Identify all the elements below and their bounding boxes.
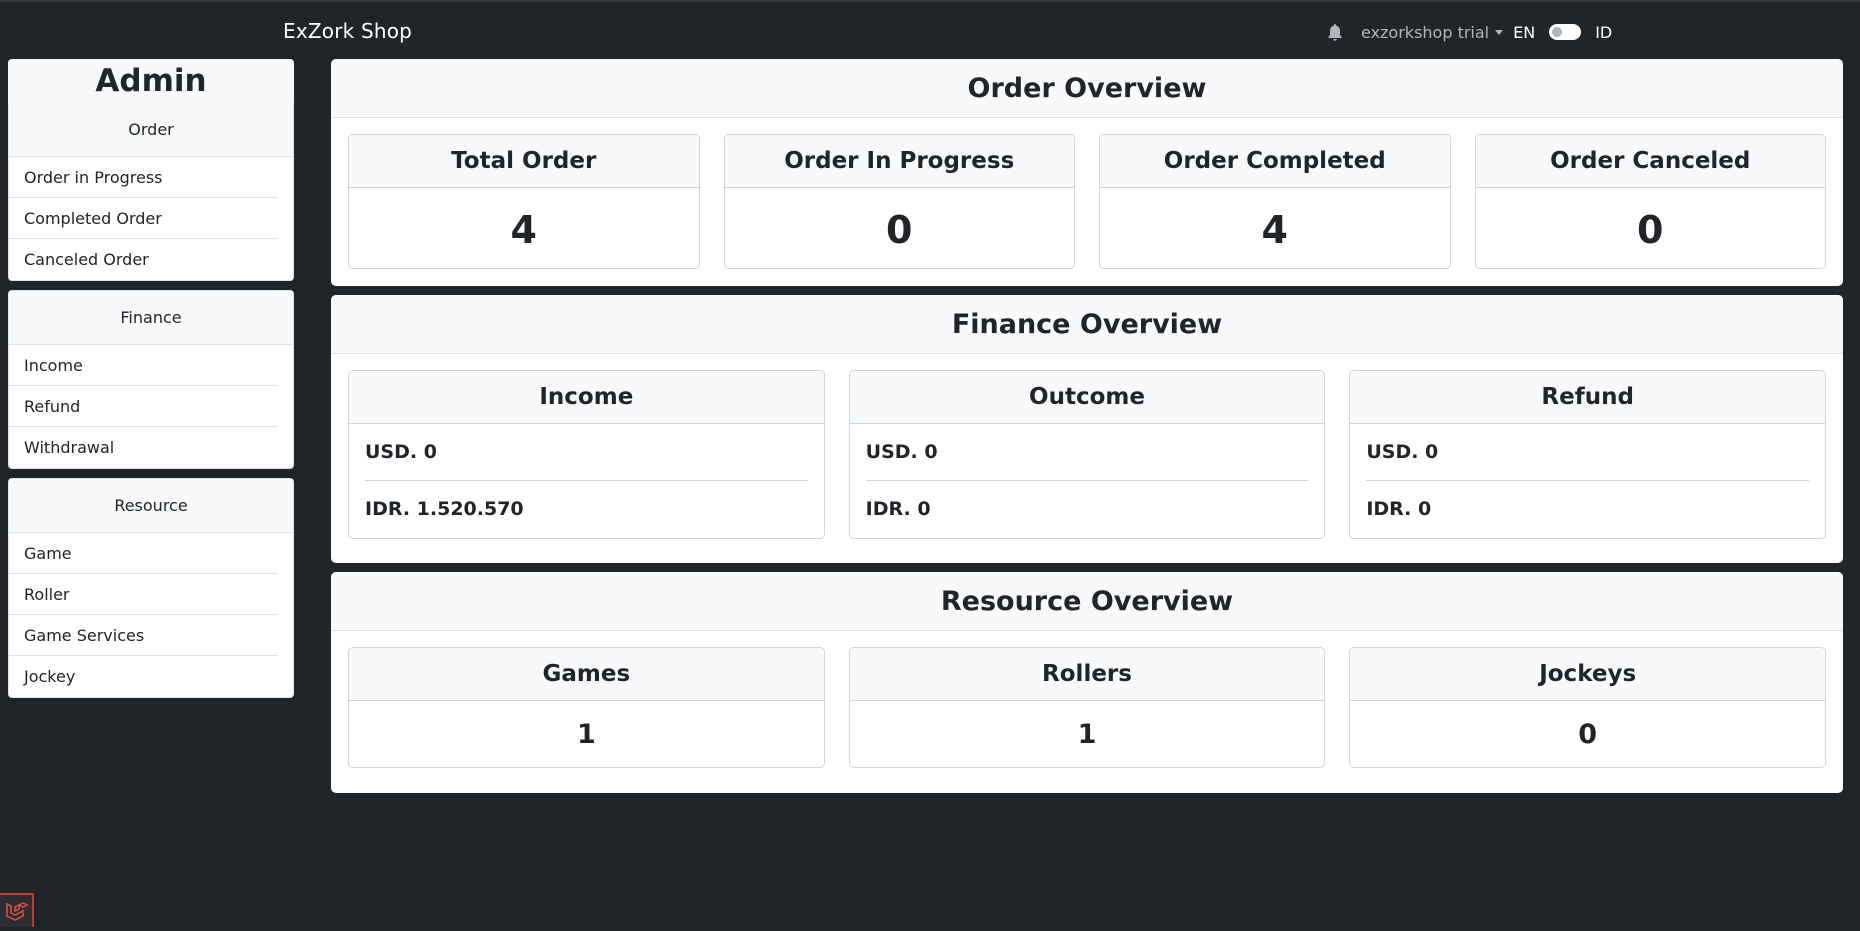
card-total-order: Total Order 4 bbox=[348, 134, 700, 269]
card-value: 1 bbox=[576, 719, 596, 750]
sidebar-heading-finance: Finance bbox=[9, 291, 293, 345]
sidebar-item-withdrawal[interactable]: Withdrawal bbox=[9, 427, 278, 468]
order-cards: Total Order 4 Order In Progress 0 Order … bbox=[348, 134, 1826, 269]
finance-cards: Income USD. 0 IDR. 1.520.570 Outcome USD… bbox=[348, 370, 1827, 539]
card-body: USD. 0 IDR. 0 bbox=[1350, 424, 1825, 538]
card-jockeys: Jockeys 0 bbox=[1349, 647, 1827, 768]
card-label: Refund bbox=[1350, 371, 1826, 424]
idr-value: IDR. 1.520.570 bbox=[365, 498, 524, 520]
toggle-knob bbox=[1552, 27, 1563, 37]
order-overview-title: Order Overview bbox=[331, 59, 1843, 118]
card-refund: Refund USD. 0 IDR. 0 bbox=[1349, 370, 1827, 539]
card-body: USD. 0 IDR. 1.520.570 bbox=[349, 424, 824, 538]
sidebar-item-completed-order[interactable]: Completed Order bbox=[9, 198, 278, 239]
usd-value: USD. 0 bbox=[1366, 424, 1810, 481]
resource-overview-title: Resource Overview bbox=[331, 572, 1843, 631]
sidebar-item-jockey[interactable]: Jockey bbox=[9, 656, 278, 697]
sidebar-item-income[interactable]: Income bbox=[9, 345, 278, 386]
card-label: Rollers bbox=[849, 648, 1325, 701]
card-label: Games bbox=[349, 648, 824, 701]
card-value: 0 bbox=[1637, 208, 1664, 252]
user-dropdown[interactable]: exzorkshop trial bbox=[1361, 22, 1504, 42]
card-value: 4 bbox=[1261, 208, 1288, 252]
sidebar-item-game[interactable]: Game bbox=[9, 533, 278, 574]
card-games: Games 1 bbox=[348, 647, 825, 768]
brand-link[interactable]: ExZork Shop bbox=[283, 19, 412, 43]
card-label: Jockeys bbox=[1350, 648, 1826, 701]
top-navbar: ExZork Shop exzorkshop trial EN ID bbox=[0, 0, 1860, 58]
card-income: Income USD. 0 IDR. 1.520.570 bbox=[348, 370, 825, 539]
card-label: Total Order bbox=[349, 135, 699, 188]
order-overview-panel: Order Overview Total Order 4 Order In Pr… bbox=[331, 59, 1843, 286]
card-rollers: Rollers 1 bbox=[848, 647, 1326, 768]
sidebar-item-roller[interactable]: Roller bbox=[9, 574, 278, 615]
finance-overview-panel: Finance Overview Income USD. 0 IDR. 1.52… bbox=[331, 295, 1843, 563]
lang-id-label: ID bbox=[1595, 22, 1613, 42]
sidebar-group-finance: Finance Income Refund Withdrawal bbox=[8, 290, 294, 469]
lang-en-label: EN bbox=[1513, 22, 1536, 42]
sidebar: Admin Order Order in Progress Completed … bbox=[8, 59, 294, 707]
card-outcome: Outcome USD. 0 IDR. 0 bbox=[848, 370, 1326, 539]
card-label: Order Canceled bbox=[1475, 135, 1825, 188]
resource-overview-panel: Resource Overview Games 1 Rollers 1 Jock… bbox=[331, 572, 1843, 793]
sidebar-item-canceled-order[interactable]: Canceled Order bbox=[9, 239, 278, 280]
card-label: Outcome bbox=[849, 371, 1325, 424]
resource-cards: Games 1 Rollers 1 Jockeys 0 bbox=[348, 647, 1827, 768]
card-value: 0 bbox=[1578, 719, 1598, 750]
card-label: Order Completed bbox=[1100, 135, 1450, 188]
card-order-in-progress: Order In Progress 0 bbox=[723, 134, 1075, 269]
card-order-canceled: Order Canceled 0 bbox=[1474, 134, 1826, 269]
usd-value: USD. 0 bbox=[865, 424, 1309, 481]
usd-value: USD. 0 bbox=[365, 424, 808, 481]
sidebar-heading-resource: Resource bbox=[9, 479, 293, 533]
sidebar-group-order: Order Order in Progress Completed Order … bbox=[8, 103, 294, 281]
sidebar-heading-order: Order bbox=[9, 103, 293, 157]
card-order-completed: Order Completed 4 bbox=[1099, 134, 1451, 269]
sidebar-title: Admin bbox=[8, 59, 294, 103]
sidebar-item-refund[interactable]: Refund bbox=[9, 386, 278, 427]
laravel-icon bbox=[6, 902, 29, 921]
navbar-right: exzorkshop trial EN ID bbox=[1327, 20, 1612, 44]
card-value: 4 bbox=[510, 208, 537, 252]
card-value: 1 bbox=[1077, 719, 1097, 750]
language-toggle[interactable] bbox=[1549, 24, 1582, 40]
debugbar-toggle[interactable] bbox=[0, 893, 34, 927]
sidebar-item-game-services[interactable]: Game Services bbox=[9, 615, 278, 656]
user-name: exzorkshop trial bbox=[1361, 22, 1490, 42]
idr-value: IDR. 0 bbox=[1366, 498, 1432, 520]
finance-overview-title: Finance Overview bbox=[331, 295, 1843, 354]
idr-value: IDR. 0 bbox=[865, 498, 931, 520]
bell-icon[interactable] bbox=[1327, 23, 1343, 41]
chevron-down-icon bbox=[1495, 29, 1504, 35]
sidebar-item-order-in-progress[interactable]: Order in Progress bbox=[9, 157, 278, 198]
card-label: Income bbox=[349, 371, 824, 424]
sidebar-group-resource: Resource Game Roller Game Services Jocke… bbox=[8, 478, 294, 698]
card-body: USD. 0 IDR. 0 bbox=[850, 424, 1325, 538]
card-label: Order In Progress bbox=[724, 135, 1074, 188]
card-value: 0 bbox=[886, 208, 913, 252]
